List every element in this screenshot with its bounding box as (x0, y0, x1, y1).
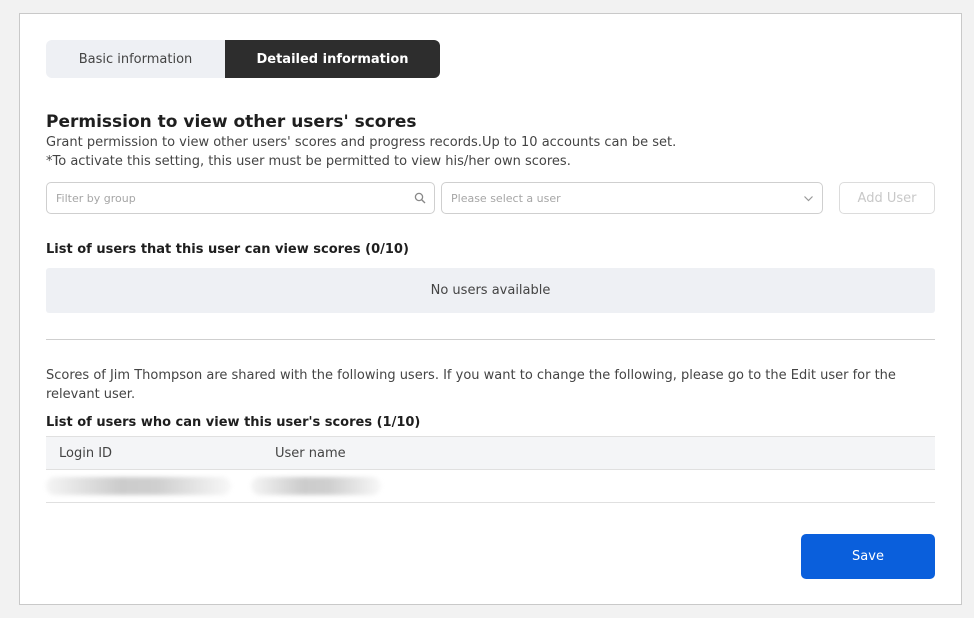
tab-basic-information[interactable]: Basic information (46, 40, 225, 78)
tab-detailed-information[interactable]: Detailed information (225, 40, 440, 78)
add-user-button[interactable]: Add User (839, 182, 935, 214)
group-filter-field (46, 182, 435, 214)
group-filter-input[interactable] (47, 183, 402, 213)
chevron-down-icon (804, 196, 813, 202)
column-login-id: Login ID (59, 445, 113, 461)
column-user-name: User name (275, 445, 346, 461)
redacted-login-id (46, 477, 231, 495)
viewable-users-title: List of users that this user can view sc… (46, 242, 409, 257)
detail-card: Basic information Detailed information P… (19, 13, 962, 605)
user-select-dropdown[interactable]: Please select a user (441, 182, 823, 214)
shared-users-title: List of users who can view this user's s… (46, 415, 421, 430)
redacted-user-name (251, 477, 381, 495)
empty-users-message: No users available (46, 268, 935, 313)
shared-scores-note: Scores of Jim Thompson are shared with t… (46, 368, 896, 402)
permission-description: Grant permission to view other users' sc… (46, 135, 677, 150)
tab-bar: Basic information Detailed information (46, 40, 440, 78)
permission-note: *To activate this setting, this user mus… (46, 154, 571, 169)
section-divider (46, 339, 935, 340)
user-select-placeholder: Please select a user (451, 192, 561, 205)
section-title: Permission to view other users' scores (46, 112, 417, 132)
table-header: Login ID User name (46, 436, 935, 470)
search-icon (414, 192, 426, 204)
table-row (46, 470, 935, 503)
save-button[interactable]: Save (801, 534, 935, 579)
shared-users-table: Login ID User name (46, 436, 935, 503)
